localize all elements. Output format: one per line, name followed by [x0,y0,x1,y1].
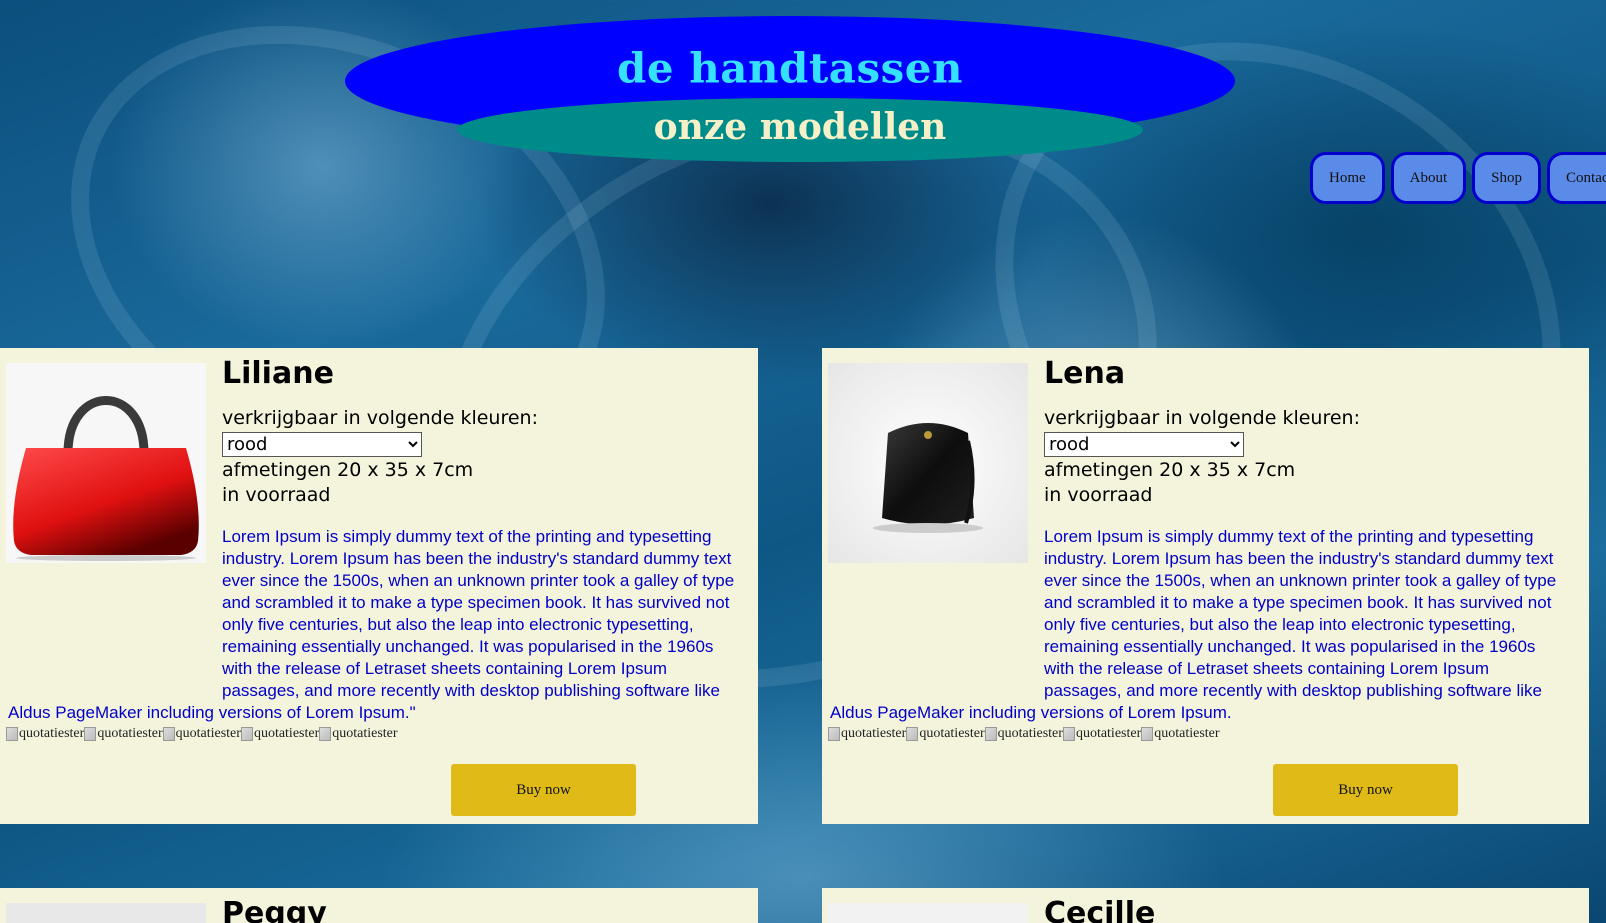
product-card-peggy: Peggy [0,888,758,923]
nav-shop-button[interactable]: Shop [1472,152,1542,204]
buy-now-button[interactable]: Buy now [451,764,636,816]
nav-contact-button[interactable]: Contact [1547,152,1606,204]
dimensions-text: afmetingen 20 x 35 x 7cm [1044,459,1296,481]
product-name: Liliane [222,356,334,391]
product-description: Lorem Ipsum is simply dummy text of the … [8,526,746,724]
product-card-cecille: Cecille [822,888,1589,923]
product-image [6,903,206,923]
star-icon: quotatiester [828,726,906,742]
nav-home-button[interactable]: Home [1310,152,1385,204]
star-icon: quotatiester [162,726,241,742]
rating-stars: quotatiester quotatiester quotatiester q… [6,726,398,742]
product-name: Cecille [1044,896,1156,923]
main-nav: Home About Shop Contact [1310,152,1606,204]
product-card-lena: Lena verkrijgbaar in volgende kleuren: r… [822,348,1589,824]
star-icon: quotatiester [984,726,1063,742]
nav-about-button[interactable]: About [1390,152,1467,204]
color-select[interactable]: rood [1044,432,1244,457]
dimensions-text: afmetingen 20 x 35 x 7cm [222,459,474,481]
star-icon: quotatiester [6,726,84,742]
star-icon: quotatiester [240,726,319,742]
product-info: verkrijgbaar in volgende kleuren: rood a… [222,406,538,508]
product-description: Lorem Ipsum is simply dummy text of the … [830,526,1570,724]
colors-label: verkrijgbaar in volgende kleuren: [1044,407,1361,429]
stock-status: in voorraad [222,484,331,506]
page-title: de handtassen [616,44,964,93]
product-card-liliane: Liliane verkrijgbaar in volgende kleuren… [0,348,758,824]
star-icon: quotatiester [84,726,163,742]
product-name: Peggy [222,896,327,923]
stock-status: in voorraad [1044,484,1153,506]
star-icon: quotatiester [319,726,398,742]
product-image [828,903,1028,923]
page-subtitle: onze modellen [653,106,947,148]
star-icon: quotatiester [1141,726,1220,742]
star-icon: quotatiester [1062,726,1141,742]
colors-label: verkrijgbaar in volgende kleuren: [222,407,539,429]
product-name: Lena [1044,356,1126,391]
rating-stars: quotatiester quotatiester quotatiester q… [828,726,1220,742]
star-icon: quotatiester [906,726,985,742]
color-select[interactable]: rood [222,432,422,457]
buy-now-button[interactable]: Buy now [1273,764,1458,816]
product-info: verkrijgbaar in volgende kleuren: rood a… [1044,406,1360,508]
